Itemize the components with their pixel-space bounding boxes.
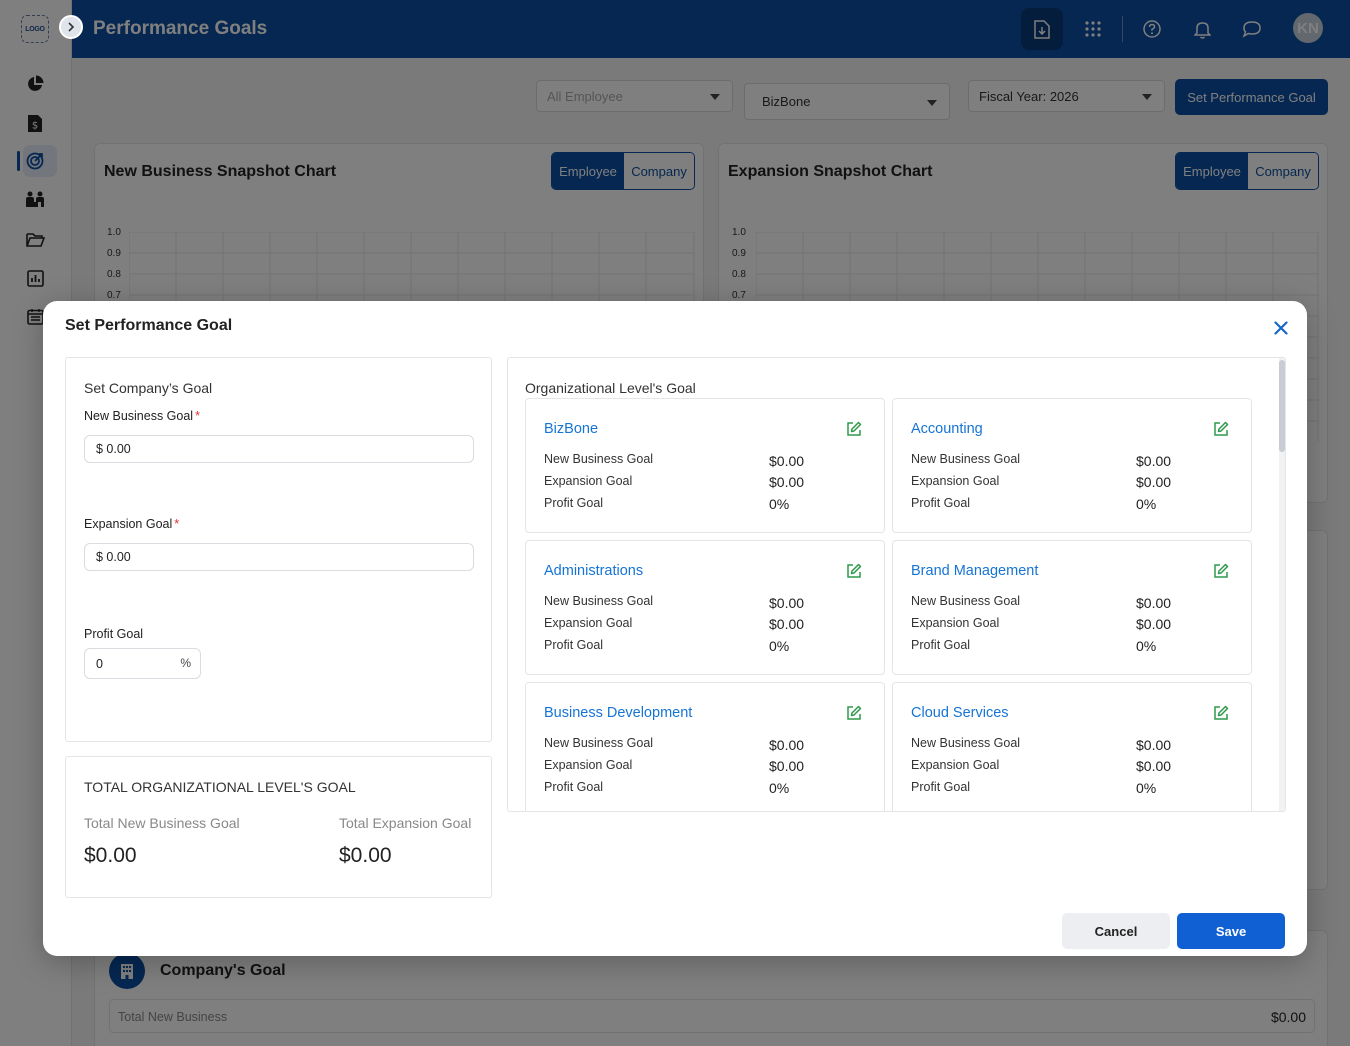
percent-unit: %: [180, 656, 191, 670]
org-goal-value: $0.00: [769, 758, 805, 774]
org-goal-value: $0.00: [769, 474, 805, 490]
org-goal-value: $0.00: [1136, 474, 1172, 490]
org-goal-label: Expansion Goal: [911, 474, 1000, 488]
set-performance-goal-modal: Set Performance Goal Set Company’s Goal …: [43, 301, 1307, 956]
total-org-goal-panel: TOTAL ORGANIZATIONAL LEVEL'S GOAL Total …: [65, 756, 492, 898]
save-button[interactable]: Save: [1177, 913, 1285, 949]
org-goal-label: New Business Goal: [911, 452, 1021, 466]
profit-goal-input[interactable]: 0 %: [84, 648, 201, 679]
org-scrollbar[interactable]: [1279, 358, 1285, 811]
org-goal-label: Profit Goal: [544, 638, 604, 652]
org-name: Business Development: [544, 705, 693, 721]
profit-goal-value: 0: [96, 656, 103, 671]
org-scrollbar-thumb[interactable]: [1279, 360, 1285, 452]
org-goal-card: Accounting New Business Goal $0.00 Expansio…: [892, 398, 1252, 533]
org-goal-value: $0.00: [1136, 595, 1172, 611]
org-goal-value: $0.00: [769, 595, 805, 611]
org-goal-label: Expansion Goal: [544, 616, 633, 630]
org-goal-value: $0.00: [769, 616, 805, 632]
org-goal-value: $0.00: [1136, 453, 1172, 469]
org-goal-value: 0%: [769, 780, 790, 796]
org-goal-card: Administrations New Business Goal $0.00 Exp…: [525, 540, 885, 675]
org-goal-label: New Business Goal: [544, 594, 654, 608]
org-goal-value: $0.00: [1136, 758, 1172, 774]
close-modal-button[interactable]: [1271, 318, 1291, 338]
org-name: Accounting: [911, 421, 983, 437]
required-asterisk: *: [195, 409, 200, 423]
edit-icon[interactable]: [1213, 563, 1229, 579]
company-goal-panel: Set Company’s Goal New Business Goal * $ …: [65, 357, 492, 742]
edit-icon[interactable]: [1213, 421, 1229, 437]
total-org-goal-heading: TOTAL ORGANIZATIONAL LEVEL'S GOAL: [84, 779, 356, 795]
org-goal-label: Profit Goal: [544, 496, 604, 510]
profit-goal-label: Profit Goal: [84, 627, 144, 641]
org-name: BizBone: [544, 421, 599, 437]
org-goal-value: 0%: [1136, 638, 1157, 654]
total-new-business-goal-value: $0.00: [84, 844, 137, 867]
org-goal-label: Expansion Goal: [911, 616, 1000, 630]
company-goal-heading: Set Company’s Goal: [84, 380, 213, 396]
org-goal-value: $0.00: [769, 737, 805, 753]
cancel-button[interactable]: Cancel: [1062, 913, 1170, 949]
org-goal-label: Expansion Goal: [544, 474, 633, 488]
new-business-goal-label-text: New Business Goal: [84, 409, 194, 423]
org-goal-value: 0%: [769, 638, 790, 654]
org-goal-label: New Business Goal: [911, 736, 1021, 750]
org-goal-value: $0.00: [769, 453, 805, 469]
org-goal-label: Profit Goal: [911, 780, 971, 794]
org-goal-value: 0%: [1136, 496, 1157, 512]
org-goal-label: Profit Goal: [544, 780, 604, 794]
org-goal-value: $0.00: [1136, 616, 1172, 632]
org-goal-label: New Business Goal: [544, 452, 654, 466]
org-goal-value: 0%: [1136, 780, 1157, 796]
org-goal-card: BizBone New Business Goal $0.00 Expansion G…: [525, 398, 885, 533]
org-goal-label: Profit Goal: [911, 496, 971, 510]
edit-icon[interactable]: [846, 563, 862, 579]
total-new-business-goal-label: Total New Business Goal: [84, 815, 240, 831]
total-expansion-goal-value: $0.00: [339, 844, 392, 867]
new-business-goal-label: New Business Goal *: [84, 409, 200, 423]
org-name: Administrations: [544, 563, 644, 579]
edit-icon[interactable]: [846, 421, 862, 437]
org-goal-value: 0%: [769, 496, 790, 512]
org-name: Brand Management: [911, 563, 1039, 579]
total-expansion-goal-label: Total Expansion Goal: [339, 815, 472, 831]
expansion-goal-label: Expansion Goal *: [84, 517, 179, 531]
edit-icon[interactable]: [846, 705, 862, 721]
org-goal-heading: Organizational Level's Goal: [525, 380, 696, 396]
org-goal-panel[interactable]: Organizational Level's Goal BizBone New B…: [507, 357, 1286, 812]
modal-title: Set Performance Goal: [65, 317, 233, 334]
expansion-goal-label-text: Expansion Goal: [84, 517, 173, 531]
required-asterisk: *: [174, 517, 180, 531]
new-business-goal-input[interactable]: $ 0.00: [84, 435, 474, 463]
org-goal-card: Brand Management New Business Goal $0.00 Ex…: [892, 540, 1252, 675]
org-goal-label: Expansion Goal: [911, 758, 1000, 772]
org-goal-card: Cloud Services New Business Goal $0.00 Expa…: [892, 682, 1252, 811]
org-goal-card: Business Development New Business Goal $0.…: [525, 682, 885, 811]
close-icon: [1274, 321, 1288, 335]
chevron-right-icon: [68, 22, 75, 32]
edit-icon[interactable]: [1213, 705, 1229, 721]
expansion-goal-input[interactable]: $ 0.00: [84, 543, 474, 571]
org-goal-label: Profit Goal: [911, 638, 971, 652]
org-goal-label: New Business Goal: [544, 736, 654, 750]
org-goal-value: $0.00: [1136, 737, 1172, 753]
org-goal-label: Expansion Goal: [544, 758, 633, 772]
org-goal-label: New Business Goal: [911, 594, 1021, 608]
sidebar-collapse-button[interactable]: [59, 15, 83, 39]
org-name: Cloud Services: [911, 705, 1009, 721]
